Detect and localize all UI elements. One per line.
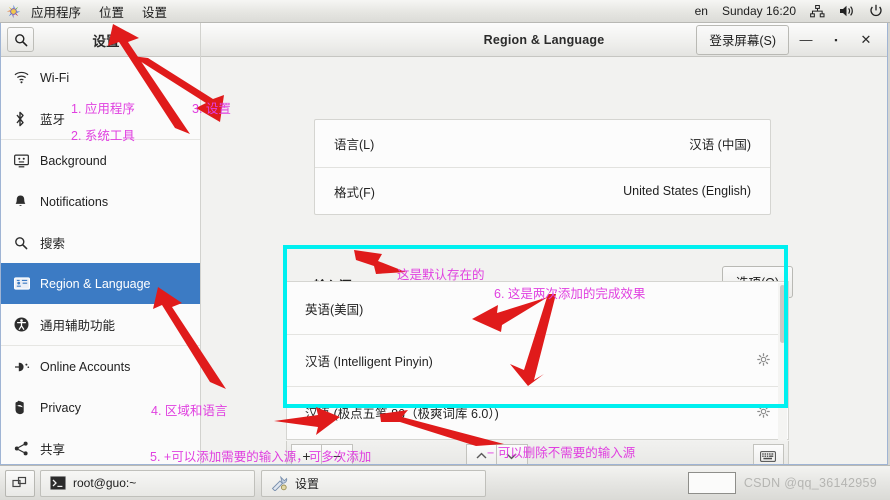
network-icon[interactable]: [803, 4, 832, 18]
annotation-note-7: 这是默认存在的: [397, 268, 485, 282]
gear-icon[interactable]: [757, 404, 770, 421]
sidebar-item-label: Wi-Fi: [40, 70, 70, 85]
sidebar-item-label: Online Accounts: [40, 359, 131, 374]
sidebar-item-label: 通用辅助功能: [40, 319, 116, 333]
show-desktop-icon[interactable]: [5, 469, 35, 497]
sidebar-item-label: 蓝牙: [40, 113, 66, 127]
gear-icon[interactable]: [757, 352, 770, 369]
taskbar-item-label: root@guo:~: [73, 476, 137, 490]
search-icon[interactable]: [7, 27, 34, 52]
workspace-switcher[interactable]: [687, 472, 736, 494]
titlebar-right: Region & Language 登录屏幕(S) — ▪ ✕: [201, 23, 887, 57]
background-icon: [14, 153, 40, 168]
keyboard-layout-indicator[interactable]: en: [688, 4, 715, 18]
accessibility-icon: [14, 317, 40, 332]
taskbar-item-label: 设置: [295, 476, 320, 491]
scrollbar-thumb[interactable]: [780, 285, 785, 343]
input-source-label: 英语(美国): [305, 302, 364, 317]
panel-clock[interactable]: Sunday 16:20: [715, 4, 803, 18]
close-button[interactable]: ✕: [853, 27, 879, 53]
sidebar-item-label: 共享: [40, 443, 66, 457]
sidebar-item-label: Notifications: [40, 194, 109, 209]
sidebar-item-label: Background: [40, 153, 107, 168]
panel-menu-system[interactable]: 设置: [133, 0, 176, 23]
annotation-arrow-5: [272, 405, 342, 435]
annotation-arrow-4: [152, 283, 232, 393]
taskbar-item-settings[interactable]: 设置: [261, 469, 486, 497]
region-language-icon: [14, 277, 40, 290]
format-row[interactable]: 格式(F) United States (English): [315, 167, 770, 214]
panel-menu-places[interactable]: 位置: [90, 0, 133, 23]
sidebar-item-label: Privacy: [40, 400, 81, 415]
panel-tray: en Sunday 16:20: [688, 0, 890, 23]
login-screen-button[interactable]: 登录屏幕(S): [696, 24, 789, 55]
privacy-hand-icon: [14, 400, 40, 415]
online-accounts-icon: [14, 360, 40, 374]
annotation-note-2: 2. 系统工具: [71, 129, 135, 143]
bell-icon: [14, 194, 40, 209]
region-language-panel: 语言(L) 汉语 (中国) 格式(F) United States (Engli…: [201, 57, 887, 464]
titlebar-actions: 登录屏幕(S) — ▪ ✕: [696, 24, 887, 55]
top-panel: 应用程序 位置 设置 en Sunday 16:20: [0, 0, 890, 23]
input-sources-scrollbar[interactable]: [778, 283, 787, 440]
bluetooth-icon: [14, 111, 40, 127]
sidebar-item-search[interactable]: 搜索: [1, 222, 200, 263]
taskbar: root@guo:~ 设置 CSDN @qq_36142959: [0, 465, 890, 500]
annotation-arrow-6b: [500, 292, 560, 387]
power-icon[interactable]: [862, 4, 890, 18]
search-icon: [14, 236, 40, 250]
annotation-note-3: 3. 设置: [192, 102, 231, 116]
annotation-note-8: − 可以删除不需要的输入源: [487, 446, 636, 460]
annotation-note-1: 1. 应用程序: [71, 102, 135, 116]
annotation-note-5: 5. +可以添加需要的输入源，可多次添加: [150, 450, 372, 464]
panel-menu-applications[interactable]: 应用程序: [22, 0, 90, 23]
input-source-label: 汉语 (Intelligent Pinyin): [305, 355, 433, 369]
format-row-label: 格式(F): [334, 185, 375, 200]
screen-root: 应用程序 位置 设置 en Sunday 16:20 设置 Region & L…: [0, 0, 890, 500]
language-row-label: 语言(L): [334, 138, 375, 152]
language-row-value: 汉语 (中国): [689, 138, 751, 152]
format-row-value: United States (English): [623, 184, 751, 198]
terminal-icon: [50, 476, 66, 490]
watermark: CSDN @qq_36142959: [743, 476, 877, 490]
annotation-note-6: 6. 这是两次添加的完成效果: [494, 287, 646, 301]
list-item[interactable]: 汉语 (极点五笔 86（极爽词库 6.0）): [287, 386, 788, 438]
sidebar-item-label: 搜索: [40, 237, 66, 251]
keyboard-icon[interactable]: [752, 443, 784, 464]
settings-tools-icon: [271, 475, 288, 491]
annotation-note-4: 4. 区域和语言: [151, 404, 228, 418]
share-icon: [14, 441, 40, 456]
sidebar-item-background[interactable]: Background: [1, 140, 200, 181]
maximize-button[interactable]: ▪: [823, 27, 849, 53]
taskbar-item-terminal[interactable]: root@guo:~: [40, 469, 255, 497]
minimize-button[interactable]: —: [793, 27, 819, 53]
wifi-icon: [14, 71, 40, 84]
distro-logo-icon: [6, 4, 21, 19]
language-card: 语言(L) 汉语 (中国) 格式(F) United States (Engli…: [314, 119, 771, 215]
volume-icon[interactable]: [832, 4, 862, 18]
sidebar-item-notifications[interactable]: Notifications: [1, 181, 200, 222]
language-row[interactable]: 语言(L) 汉语 (中国): [315, 120, 770, 167]
sidebar-item-label: Region & Language: [40, 276, 151, 291]
